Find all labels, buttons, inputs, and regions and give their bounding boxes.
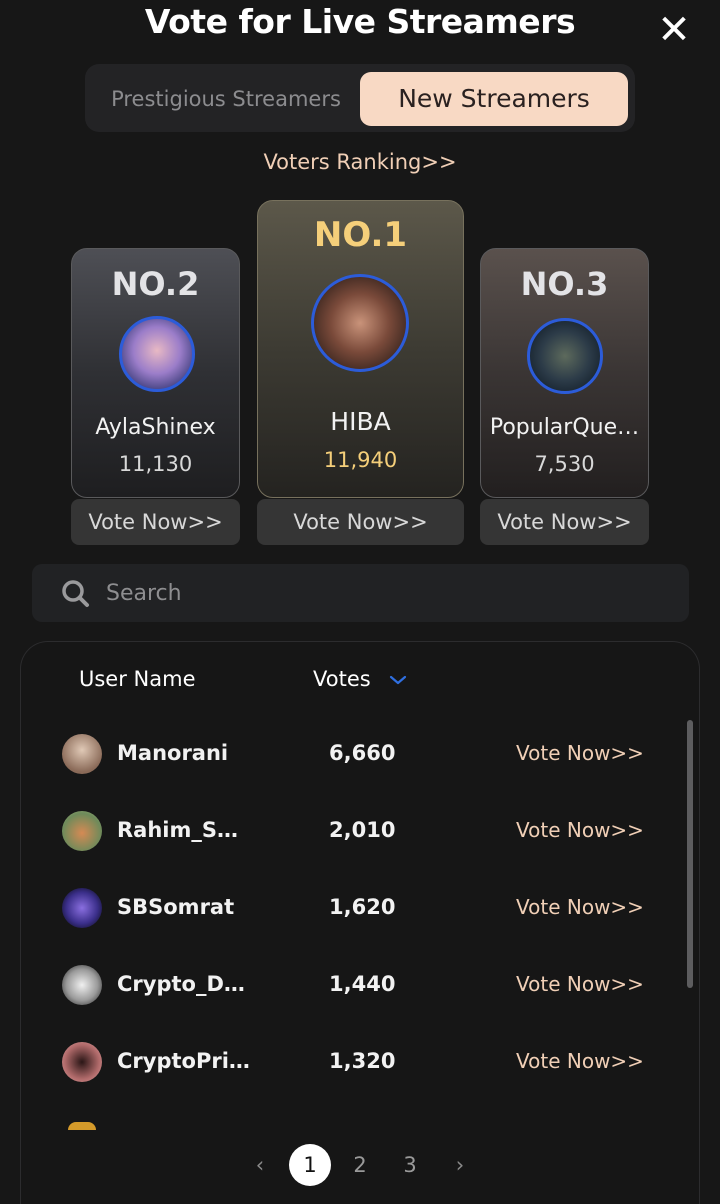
table-row: SBSomrat 1,620 Vote Now>> bbox=[60, 885, 660, 935]
vote-count: 6,660 bbox=[329, 741, 396, 765]
rank-label: NO.2 bbox=[111, 265, 200, 303]
pagination-page-1[interactable]: 1 bbox=[289, 1144, 331, 1186]
search-icon bbox=[62, 580, 89, 607]
table-row: Crypto_D… 1,440 Vote Now>> bbox=[60, 962, 660, 1012]
vote-now-link[interactable]: Vote Now>> bbox=[516, 1049, 644, 1073]
vote-now-button-third[interactable]: Vote Now>> bbox=[480, 499, 649, 545]
table-row: Rahim_S… 2,010 Vote Now>> bbox=[60, 808, 660, 858]
vote-count: 11,940 bbox=[323, 448, 398, 472]
user-name: Manorani bbox=[117, 741, 229, 765]
avatar[interactable] bbox=[119, 316, 195, 392]
vote-count: 1,620 bbox=[329, 895, 396, 919]
vote-count: 11,130 bbox=[118, 452, 193, 476]
vote-now-link[interactable]: Vote Now>> bbox=[516, 741, 644, 765]
podium-card-second: NO.2 AylaShinex 11,130 bbox=[71, 248, 240, 498]
search-input[interactable] bbox=[106, 564, 666, 622]
tab-new-streamers[interactable]: New Streamers bbox=[360, 72, 628, 126]
scrollbar[interactable] bbox=[687, 720, 693, 988]
tab-prestigious-streamers[interactable]: Prestigious Streamers bbox=[93, 72, 359, 126]
user-name: CryptoPri… bbox=[117, 1049, 250, 1073]
avatar[interactable] bbox=[62, 965, 102, 1005]
search-bar bbox=[32, 564, 689, 622]
vote-count: 7,530 bbox=[534, 452, 595, 476]
streamer-name: HIBA bbox=[330, 407, 391, 436]
vote-now-link[interactable]: Vote Now>> bbox=[516, 818, 644, 842]
rank-label: NO.3 bbox=[520, 265, 609, 303]
page-title: Vote for Live Streamers bbox=[144, 2, 576, 41]
user-name: Rahim_S… bbox=[117, 818, 238, 842]
avatar[interactable] bbox=[311, 274, 409, 372]
vote-now-button-second[interactable]: Vote Now>> bbox=[71, 499, 240, 545]
rank-label: NO.1 bbox=[313, 215, 408, 255]
avatar[interactable] bbox=[62, 734, 102, 774]
pagination-prev-button[interactable]: ‹ bbox=[246, 1144, 274, 1186]
vote-count: 2,010 bbox=[329, 818, 396, 842]
table-row: CryptoPri… 1,320 Vote Now>> bbox=[60, 1039, 660, 1089]
podium-card-first: NO.1 HIBA 11,940 bbox=[257, 200, 464, 498]
streamer-name: AylaShinex bbox=[95, 415, 216, 440]
pagination-page-3[interactable]: 3 bbox=[395, 1144, 425, 1186]
podium-card-third: NO.3 PopularQue… 7,530 bbox=[480, 248, 649, 498]
avatar[interactable] bbox=[527, 318, 603, 394]
vote-now-link[interactable]: Vote Now>> bbox=[516, 972, 644, 996]
avatar[interactable] bbox=[62, 811, 102, 851]
close-icon[interactable]: ✕ bbox=[656, 10, 692, 50]
vote-now-link[interactable]: Vote Now>> bbox=[516, 895, 644, 919]
tab-bar: Prestigious Streamers New Streamers bbox=[85, 64, 635, 132]
table-row: Manorani 6,660 Vote Now>> bbox=[60, 731, 660, 781]
pagination-page-2[interactable]: 2 bbox=[345, 1144, 375, 1186]
avatar[interactable] bbox=[62, 888, 102, 928]
avatar bbox=[68, 1122, 96, 1130]
streamer-name: PopularQue… bbox=[489, 415, 640, 440]
voters-ranking-link[interactable]: Voters Ranking>> bbox=[0, 150, 720, 174]
user-name: Crypto_D… bbox=[117, 972, 245, 996]
vote-count: 1,440 bbox=[329, 972, 396, 996]
avatar[interactable] bbox=[62, 1042, 102, 1082]
user-name: SBSomrat bbox=[117, 895, 235, 919]
pagination-next-button[interactable]: › bbox=[446, 1144, 474, 1186]
chevron-down-icon[interactable] bbox=[388, 670, 408, 690]
column-header-votes[interactable]: Votes bbox=[313, 667, 371, 691]
vote-now-button-first[interactable]: Vote Now>> bbox=[257, 499, 464, 545]
column-header-user-name: User Name bbox=[79, 667, 196, 691]
vote-count: 1,320 bbox=[329, 1049, 396, 1073]
